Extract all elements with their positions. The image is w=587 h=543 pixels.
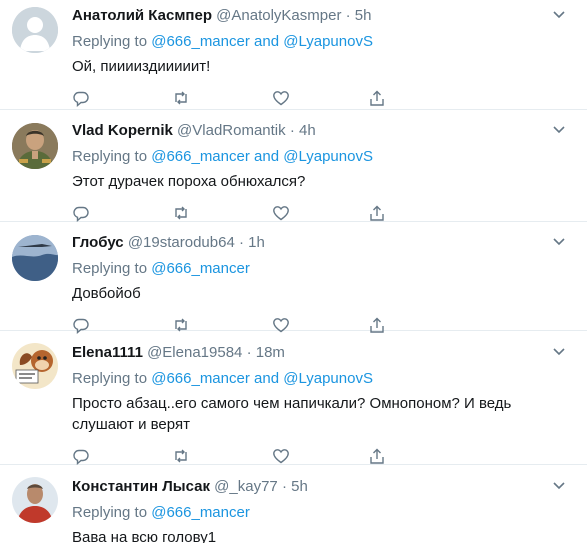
mention-link[interactable]: @666_mancer: [151, 370, 250, 387]
replying-to-label: Replying to: [72, 504, 148, 521]
separator-dot: ·: [345, 7, 351, 24]
replying-to: Replying to @666_mancer and @LyapunovS: [72, 32, 571, 52]
avatar[interactable]: [12, 343, 58, 389]
reply-tweet[interactable]: Константин Лысак @_kay77 · 5h Replying t…: [0, 465, 587, 543]
user-photo: [12, 343, 58, 389]
tweet-actions: [72, 204, 571, 224]
display-name[interactable]: Анатолий Касмпер: [72, 7, 212, 24]
replying-to: Replying to @666_mancer: [72, 503, 571, 523]
mention-link[interactable]: @LyapunovS: [283, 148, 373, 165]
reply-icon[interactable]: [72, 447, 90, 465]
tweet-actions: [72, 447, 571, 467]
replying-to-label: Replying to: [72, 260, 148, 277]
tweet-header: Анатолий Касмпер @AnatolyKasmper · 5h: [72, 6, 571, 26]
separator-dot: ·: [289, 122, 295, 139]
user-photo: [12, 123, 58, 169]
tweet-header: Elena1111 @Elena19584 · 18m: [72, 343, 571, 363]
mention-link[interactable]: @666_mancer: [151, 504, 250, 521]
separator-dot: ·: [281, 478, 287, 495]
separator-dot: ·: [238, 234, 244, 251]
replying-to-label: Replying to: [72, 370, 148, 387]
user-handle[interactable]: @Elena19584: [147, 344, 242, 361]
avatar[interactable]: [12, 235, 58, 281]
tweet-text: Ой, пииииздииииит!: [72, 58, 211, 75]
share-icon[interactable]: [368, 447, 386, 465]
retweet-icon[interactable]: [172, 89, 190, 107]
share-icon[interactable]: [368, 204, 386, 222]
reply-tweet[interactable]: Elena1111 @Elena19584 · 18m Replying to …: [0, 331, 587, 465]
mention-link[interactable]: @666_mancer: [151, 260, 250, 277]
tweet-text: Довбойоб: [72, 285, 141, 302]
share-icon[interactable]: [368, 89, 386, 107]
tweet-text-line: Просто абзац..его самого чем напичкали? …: [72, 395, 512, 412]
display-name[interactable]: Глобус: [72, 234, 124, 251]
retweet-icon[interactable]: [172, 204, 190, 222]
reply-icon[interactable]: [72, 89, 90, 107]
reply-icon[interactable]: [72, 204, 90, 222]
user-photo: [12, 477, 58, 523]
mention-conjunction[interactable]: and: [254, 370, 279, 387]
timestamp[interactable]: 4h: [299, 122, 316, 139]
chevron-down-icon[interactable]: [551, 343, 567, 359]
default-avatar-icon: [12, 7, 58, 53]
separator-dot: ·: [246, 344, 252, 361]
timestamp[interactable]: 18m: [256, 344, 285, 361]
tweet-text: Этот дурачек пороха обнюхался?: [72, 173, 306, 190]
mention-link[interactable]: @666_mancer: [151, 33, 250, 50]
mention-link[interactable]: @LyapunovS: [283, 370, 373, 387]
timestamp[interactable]: 5h: [355, 7, 372, 24]
user-handle[interactable]: @VladRomantik: [177, 122, 286, 139]
display-name[interactable]: Vlad Kopernik: [72, 122, 173, 139]
tweet-text: Вава на всю голову1: [72, 529, 217, 543]
user-handle[interactable]: @_kay77: [214, 478, 278, 495]
display-name[interactable]: Elena1111: [72, 344, 143, 361]
avatar[interactable]: [12, 123, 58, 169]
chevron-down-icon[interactable]: [551, 477, 567, 493]
user-handle[interactable]: @AnatolyKasmper: [216, 7, 341, 24]
replying-to: Replying to @666_mancer and @LyapunovS: [72, 147, 571, 167]
reply-tweet[interactable]: Анатолий Касмпер @AnatolyKasmper · 5h Re…: [0, 0, 587, 110]
chevron-down-icon[interactable]: [551, 6, 567, 22]
heart-icon[interactable]: [272, 89, 290, 107]
reply-tweet[interactable]: Vlad Kopernik @VladRomantik · 4h Replyin…: [0, 110, 587, 222]
tweet-header: Vlad Kopernik @VladRomantik · 4h: [72, 121, 571, 141]
chevron-down-icon[interactable]: [551, 121, 567, 137]
replying-to-label: Replying to: [72, 148, 148, 165]
tweet-text-line: слушают и верят: [72, 416, 190, 433]
tweet-header: Константин Лысак @_kay77 · 5h: [72, 477, 571, 497]
chevron-down-icon[interactable]: [551, 233, 567, 249]
timestamp[interactable]: 5h: [291, 478, 308, 495]
tweet-header: Глобус @19starodub64 · 1h: [72, 233, 571, 253]
user-photo: [12, 235, 58, 281]
tweet-text: Просто абзац..его самого чем напичкали? …: [72, 393, 571, 435]
mention-conjunction[interactable]: and: [254, 33, 279, 50]
replying-to-label: Replying to: [72, 33, 148, 50]
heart-icon[interactable]: [272, 204, 290, 222]
mention-link[interactable]: @666_mancer: [151, 148, 250, 165]
retweet-icon[interactable]: [172, 447, 190, 465]
mention-link[interactable]: @LyapunovS: [283, 33, 373, 50]
timestamp[interactable]: 1h: [248, 234, 265, 251]
replying-to: Replying to @666_mancer: [72, 259, 571, 279]
avatar[interactable]: [12, 477, 58, 523]
avatar[interactable]: [12, 7, 58, 53]
mention-conjunction[interactable]: and: [254, 148, 279, 165]
replies-feed: Анатолий Касмпер @AnatolyKasmper · 5h Re…: [0, 0, 587, 543]
replying-to: Replying to @666_mancer and @LyapunovS: [72, 369, 571, 389]
tweet-actions: [72, 89, 571, 109]
heart-icon[interactable]: [272, 447, 290, 465]
display-name[interactable]: Константин Лысак: [72, 478, 210, 495]
reply-tweet[interactable]: Глобус @19starodub64 · 1h Replying to @6…: [0, 222, 587, 334]
user-handle[interactable]: @19starodub64: [128, 234, 235, 251]
